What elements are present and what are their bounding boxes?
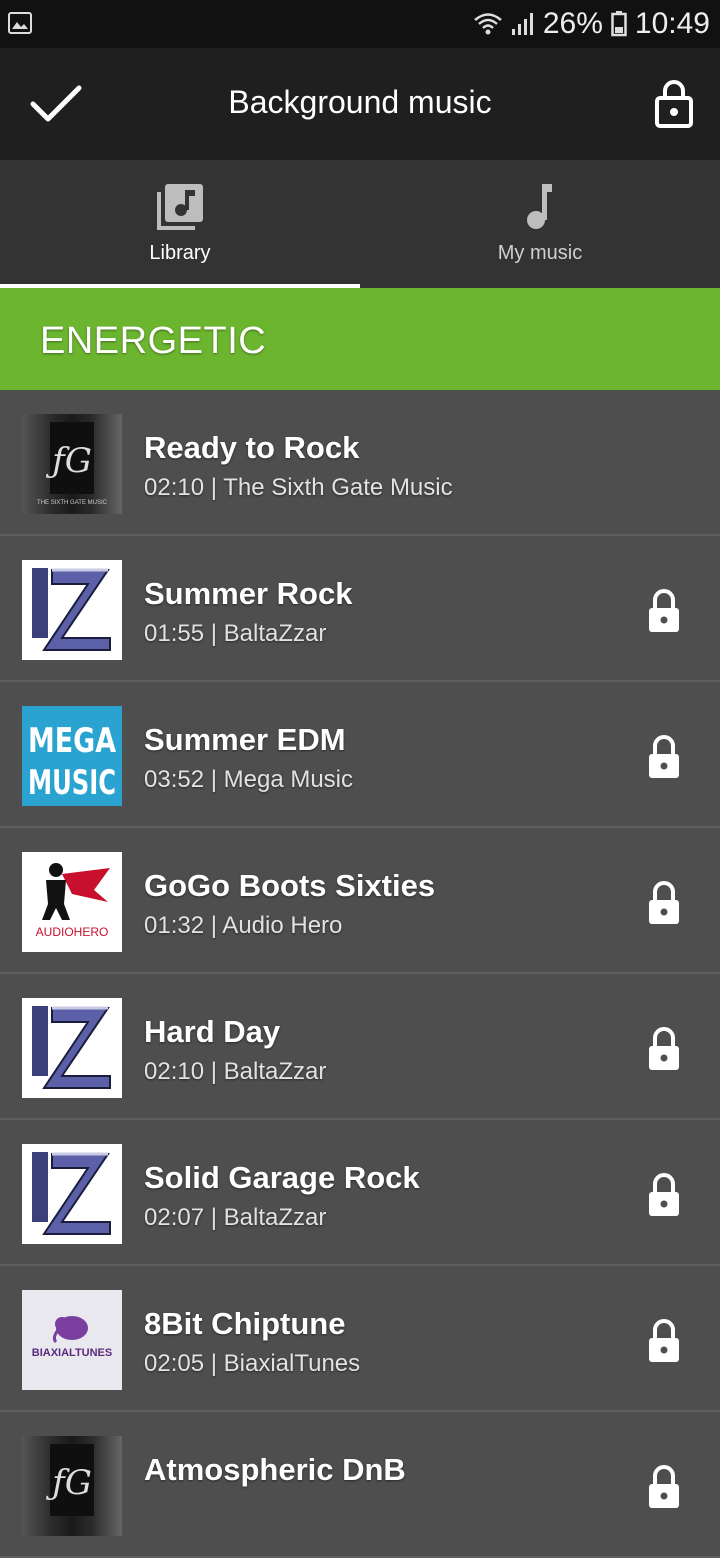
unlock-icon[interactable] bbox=[654, 80, 694, 128]
track-meta: 03:52 | Mega Music bbox=[144, 766, 354, 793]
signal-icon bbox=[511, 13, 533, 35]
svg-text:MUSIC: MUSIC bbox=[28, 763, 116, 803]
track-title: Solid Garage Rock bbox=[144, 1160, 420, 1195]
svg-text:BIAXIALTUNES: BIAXIALTUNES bbox=[32, 1347, 112, 1359]
tab-label: My music bbox=[497, 242, 583, 264]
lock-icon[interactable] bbox=[646, 1318, 682, 1364]
tab-bar: Library My music bbox=[0, 160, 720, 288]
track-title: 8Bit Chiptune bbox=[144, 1306, 346, 1341]
list-item[interactable]: ƒG Atmospheric DnB bbox=[0, 1412, 720, 1558]
tab-label: Library bbox=[149, 242, 211, 264]
music-note-icon bbox=[527, 184, 552, 229]
clock: 10:49 bbox=[634, 7, 710, 40]
lock-icon[interactable] bbox=[646, 734, 682, 780]
page-title: Background music bbox=[228, 84, 492, 120]
status-bar: 26% 10:49 bbox=[0, 0, 720, 48]
list-item[interactable]: BIAXIALTUNES 8Bit Chiptune 02:05 | Biaxi… bbox=[0, 1266, 720, 1412]
svg-text:ƒG: ƒG bbox=[45, 1463, 92, 1503]
lock-icon[interactable] bbox=[646, 1172, 682, 1218]
lock-icon[interactable] bbox=[646, 1464, 682, 1510]
track-list[interactable]: ƒG THE SIXTH GATE MUSIC Ready to Rock 02… bbox=[0, 390, 720, 1558]
gallery-notification-icon bbox=[8, 12, 32, 34]
tab-my-music[interactable]: My music bbox=[360, 160, 720, 288]
library-music-icon bbox=[157, 184, 203, 230]
album-art: ƒG bbox=[22, 1436, 122, 1536]
album-art: ƒG THE SIXTH GATE MUSIC bbox=[22, 414, 122, 514]
lock-icon[interactable] bbox=[646, 588, 682, 634]
album-art bbox=[22, 998, 122, 1098]
track-title: GoGo Boots Sixties bbox=[144, 868, 436, 903]
svg-text:MEGA: MEGA bbox=[28, 721, 117, 761]
track-title: Hard Day bbox=[144, 1014, 281, 1049]
lock-icon[interactable] bbox=[646, 1026, 682, 1072]
album-art: AUDIOHERO bbox=[22, 852, 122, 952]
svg-text:THE SIXTH GATE MUSIC: THE SIXTH GATE MUSIC bbox=[37, 500, 108, 506]
track-title: Ready to Rock bbox=[144, 430, 360, 465]
tab-library[interactable]: Library bbox=[0, 160, 360, 288]
app-bar: Background music bbox=[0, 48, 720, 160]
category-header: ENERGETIC bbox=[0, 288, 720, 390]
track-title: Summer Rock bbox=[144, 576, 353, 611]
wifi-icon bbox=[474, 13, 502, 35]
track-meta: 02:10 | BaltaZzar bbox=[144, 1058, 327, 1085]
album-art bbox=[22, 1144, 122, 1244]
category-title: ENERGETIC bbox=[40, 320, 267, 362]
list-item[interactable]: Hard Day 02:10 | BaltaZzar bbox=[0, 974, 720, 1120]
track-meta: 01:55 | BaltaZzar bbox=[144, 620, 327, 647]
svg-text:AUDIOHERO: AUDIOHERO bbox=[36, 925, 109, 939]
track-meta: 02:10 | The Sixth Gate Music bbox=[144, 474, 453, 501]
list-item[interactable]: AUDIOHERO GoGo Boots Sixties 01:32 | Aud… bbox=[0, 828, 720, 974]
lock-icon[interactable] bbox=[646, 880, 682, 926]
list-item[interactable]: ƒG THE SIXTH GATE MUSIC Ready to Rock 02… bbox=[0, 390, 720, 536]
track-title: Summer EDM bbox=[144, 722, 346, 757]
track-title: Atmospheric DnB bbox=[144, 1452, 406, 1487]
list-item[interactable]: Solid Garage Rock 02:07 | BaltaZzar bbox=[0, 1120, 720, 1266]
track-meta: 02:07 | BaltaZzar bbox=[144, 1204, 327, 1231]
list-item[interactable]: MEGA MUSIC Summer EDM 03:52 | Mega Music bbox=[0, 682, 720, 828]
album-art: BIAXIALTUNES bbox=[22, 1290, 122, 1390]
battery-percentage: 26% bbox=[542, 7, 603, 40]
album-art: MEGA MUSIC bbox=[22, 706, 122, 806]
battery-icon bbox=[611, 11, 627, 37]
list-item[interactable]: Summer Rock 01:55 | BaltaZzar bbox=[0, 536, 720, 682]
track-meta: 01:32 | Audio Hero bbox=[144, 912, 343, 939]
album-art bbox=[22, 560, 122, 660]
svg-text:ƒG: ƒG bbox=[45, 441, 92, 481]
track-meta: 02:05 | BiaxialTunes bbox=[144, 1350, 361, 1377]
